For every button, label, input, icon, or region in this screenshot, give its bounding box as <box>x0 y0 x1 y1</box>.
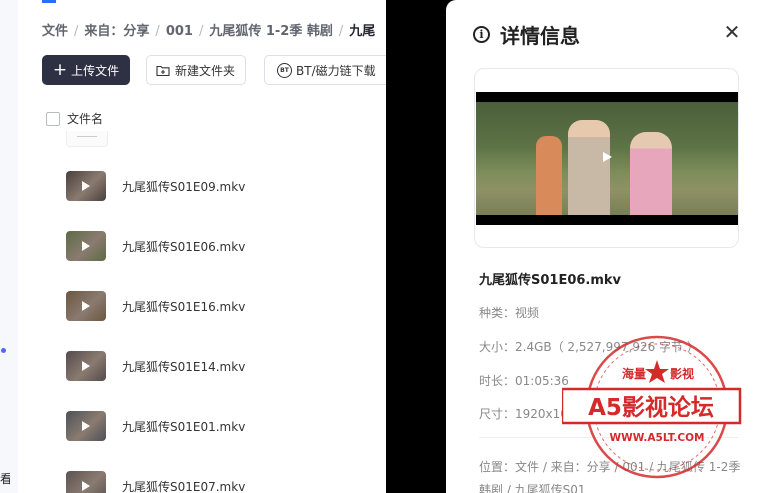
breadcrumb-item-series[interactable]: 九尾狐传 1-2季 韩剧 <box>209 24 333 39</box>
video-thumbnail <box>66 351 106 381</box>
file-name: 九尾狐传S01E01.mkv <box>122 419 246 434</box>
breadcrumb-separator: / <box>338 24 344 39</box>
list-item[interactable]: 九尾狐传S01E16.mkv <box>66 291 245 321</box>
folder-plus-icon <box>156 65 170 76</box>
play-icon <box>82 481 90 491</box>
file-name: 九尾狐传S01E06.mkv <box>122 239 246 254</box>
list-item[interactable]: 九尾狐传S01E14.mkv <box>66 351 245 381</box>
breadcrumb: 文件 / 来自：分享 / 001 / 九尾狐传 1-2季 韩剧 / 九尾 <box>42 20 375 39</box>
details-title: 详情信息 <box>500 24 580 48</box>
breadcrumb-separator: / <box>198 24 204 39</box>
list-item[interactable]: 九尾狐传S01E07.mkv <box>66 471 245 493</box>
list-item[interactable]: 九尾狐传S01E01.mkv <box>66 411 245 441</box>
video-thumbnail <box>66 231 106 261</box>
partial-list-item <box>66 131 108 147</box>
play-icon <box>82 181 90 191</box>
breadcrumb-separator: / <box>74 24 79 39</box>
bt-download-button[interactable]: BT BT/磁力链下载 <box>264 55 386 85</box>
list-item[interactable]: 九尾狐传S01E06.mkv <box>66 231 245 261</box>
video-preview[interactable] <box>476 92 738 225</box>
detail-type: 种类：视频 <box>479 306 540 320</box>
file-name: 九尾狐传S01E16.mkv <box>122 299 246 314</box>
video-thumbnail <box>66 171 106 201</box>
scene-figure <box>630 132 672 215</box>
video-thumbnail <box>66 411 106 441</box>
video-preview-card <box>474 68 739 248</box>
detail-file-name: 九尾狐传S01E06.mkv <box>479 273 622 288</box>
detail-duration: 时长：01:05:36 <box>479 374 569 388</box>
breadcrumb-item-001[interactable]: 001 <box>166 24 193 39</box>
list-header: 文件名 <box>46 110 103 127</box>
scene-figure <box>536 136 562 215</box>
close-icon[interactable]: ✕ <box>722 22 742 42</box>
watermark-top-left: 海量 <box>622 366 646 381</box>
file-name: 九尾狐传S01E14.mkv <box>122 359 246 374</box>
watermark-url: WWW.A5LT.COM <box>610 432 705 444</box>
watermark-stamp: 海量 影视 A5影视论坛 WWW.A5LT.COM <box>562 335 742 479</box>
video-thumbnail <box>66 291 106 321</box>
plus-icon: + <box>52 59 68 80</box>
play-icon <box>82 301 90 311</box>
tab-indicator <box>42 0 56 3</box>
scene-figure <box>568 120 610 215</box>
file-name: 九尾狐传S01E09.mkv <box>122 179 246 194</box>
play-icon[interactable] <box>603 152 612 162</box>
new-folder-label: 新建文件夹 <box>175 63 236 78</box>
info-icon: i <box>473 26 490 43</box>
upload-button-label: 上传文件 <box>71 63 120 78</box>
sidebar-clipped-label: 看 <box>0 472 10 486</box>
bt-icon: BT <box>277 62 292 78</box>
breadcrumb-item-files[interactable]: 文件 <box>42 24 68 39</box>
list-item[interactable]: 九尾狐传S01E09.mkv <box>66 171 245 201</box>
breadcrumb-current: 九尾 <box>349 24 376 39</box>
breadcrumb-item-shared[interactable]: 来自：分享 <box>84 24 149 39</box>
play-icon <box>82 361 90 371</box>
file-name: 九尾狐传S01E07.mkv <box>122 479 246 493</box>
play-icon <box>82 241 90 251</box>
file-list-pane: 看 文件 / 来自：分享 / 001 / 九尾狐传 1-2季 韩剧 / 九尾 + 上传文件 新建… <box>0 0 386 493</box>
select-all-checkbox[interactable] <box>46 111 60 126</box>
bt-download-label: BT/磁力链下载 <box>296 63 376 78</box>
nav-indicator-dot <box>1 348 6 353</box>
watermark-main: A5影视论坛 <box>588 394 714 421</box>
watermark-top-right: 影视 <box>670 366 694 381</box>
upload-button[interactable]: + 上传文件 <box>42 55 130 85</box>
play-icon <box>82 421 90 431</box>
details-header: i 详情信息 <box>473 20 580 49</box>
video-thumbnail <box>66 471 106 493</box>
column-header-filename[interactable]: 文件名 <box>67 110 103 127</box>
new-folder-button[interactable]: 新建文件夹 <box>146 55 246 85</box>
breadcrumb-separator: / <box>155 24 160 39</box>
